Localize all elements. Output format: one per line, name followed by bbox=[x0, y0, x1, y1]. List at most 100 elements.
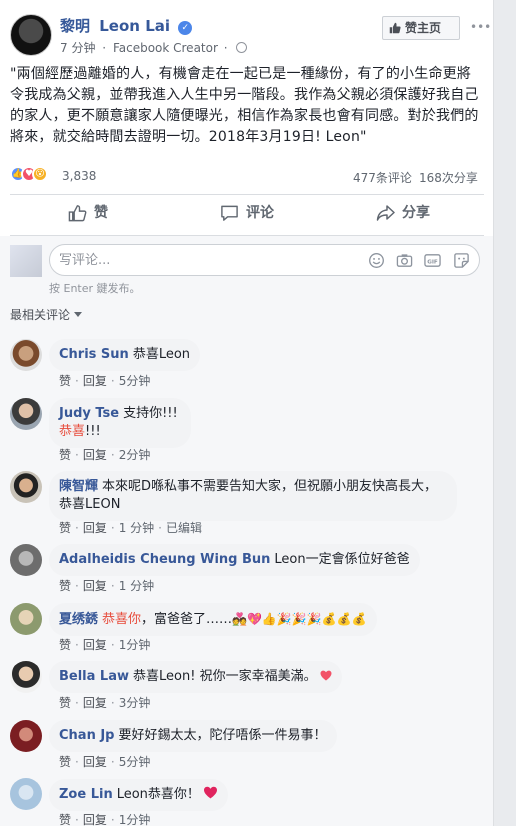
comment-like-link[interactable]: 赞 bbox=[59, 448, 71, 462]
comment-time[interactable]: 1分钟 bbox=[119, 638, 151, 652]
comment-composer[interactable]: GIF bbox=[49, 244, 480, 276]
comment-author[interactable]: Judy Tse bbox=[59, 406, 119, 421]
comment-text: 本來呢D喺私事不需要告知大家，但祝願小朋友快高長大，恭喜LEON bbox=[59, 479, 438, 512]
like-action-label: 赞 bbox=[94, 205, 108, 221]
commenter-avatar[interactable] bbox=[10, 603, 42, 635]
page-name[interactable]: 黎明 Leon Lai ✓ bbox=[60, 15, 193, 36]
reactions-count[interactable]: 3,838 bbox=[62, 169, 96, 183]
sort-label: 最相关评论 bbox=[10, 308, 71, 322]
emoji-icon[interactable] bbox=[368, 252, 385, 269]
comment-like-link[interactable]: 赞 bbox=[59, 696, 71, 710]
comment-action-button[interactable]: 评论 bbox=[220, 202, 274, 224]
comment-like-link[interactable]: 赞 bbox=[59, 374, 71, 388]
like-page-button[interactable]: 赞主页 bbox=[382, 16, 460, 40]
shares-count[interactable]: 168次分享 bbox=[419, 169, 478, 186]
comment-actions: 赞 · 回复 · 2分钟 bbox=[59, 448, 151, 462]
comment-sort-dropdown[interactable]: 最相关评论 bbox=[10, 306, 83, 323]
commenter-avatar[interactable] bbox=[10, 471, 42, 503]
heart-icon bbox=[320, 670, 332, 681]
commenter-avatar[interactable] bbox=[10, 544, 42, 576]
chevron-down-icon bbox=[74, 312, 83, 317]
comment-time[interactable]: 1分钟 bbox=[119, 813, 151, 826]
comment-like-link[interactable]: 赞 bbox=[59, 813, 71, 826]
comment-reply-link[interactable]: 回复 bbox=[83, 755, 107, 769]
comment-reply-link[interactable]: 回复 bbox=[83, 448, 107, 462]
wow-reaction-icon[interactable]: 😮 bbox=[32, 166, 48, 182]
sticker-icon[interactable] bbox=[453, 252, 470, 269]
post-source: Facebook Creator bbox=[112, 41, 218, 55]
commenter-avatar[interactable] bbox=[10, 720, 42, 752]
comment-time[interactable]: 1 分钟 bbox=[119, 521, 154, 535]
comment-reply-link[interactable]: 回复 bbox=[83, 374, 107, 388]
commenter-avatar[interactable] bbox=[10, 398, 42, 430]
comment-emoji: 💑💖👍🎉🎉🎉💰💰💰 bbox=[232, 612, 367, 626]
gif-icon[interactable]: GIF bbox=[424, 252, 441, 269]
comment-reply-link[interactable]: 回复 bbox=[83, 638, 107, 652]
comment-bubble: 陳智輝 本來呢D喺私事不需要告知大家，但祝願小朋友快高長大，恭喜LEON bbox=[49, 471, 457, 521]
like-page-label: 赞主页 bbox=[405, 21, 442, 35]
comment-bubble: Bella Law 恭喜Leon! 祝你一家幸福美滿。 bbox=[49, 661, 342, 693]
comments-count[interactable]: 477条评论 bbox=[353, 169, 412, 186]
comment-reply-link[interactable]: 回复 bbox=[83, 813, 107, 826]
heart-icon bbox=[203, 786, 217, 799]
commenter-avatar[interactable] bbox=[10, 778, 42, 810]
comment-time[interactable]: 1 分钟 bbox=[119, 579, 154, 593]
comment-reply-link[interactable]: 回复 bbox=[83, 579, 107, 593]
comment-icon bbox=[221, 205, 238, 221]
page-avatar[interactable] bbox=[10, 14, 52, 56]
comment-text: Leon恭喜你！ bbox=[116, 787, 200, 802]
meta-separator-2: · bbox=[223, 41, 228, 55]
comment-time[interactable]: 5分钟 bbox=[119, 374, 151, 388]
commenter-avatar[interactable] bbox=[10, 661, 42, 693]
comment-time[interactable]: 5分钟 bbox=[119, 755, 151, 769]
comment-text: ，富爸爸了…… bbox=[141, 612, 233, 627]
comment-edited-label[interactable]: 已编辑 bbox=[166, 521, 202, 535]
comment-bubble: Judy Tse 支持你!!! 恭喜!!! bbox=[49, 398, 191, 448]
comment-bubble: Adalheidis Cheung Wing Bun Leon一定會係位好爸爸 bbox=[49, 544, 420, 576]
comment-action-label: 评论 bbox=[246, 205, 274, 221]
post-meta: 7 分钟 · Facebook Creator · bbox=[60, 39, 248, 56]
comment-time[interactable]: 2分钟 bbox=[119, 448, 151, 462]
svg-text:GIF: GIF bbox=[427, 259, 438, 265]
comment-author[interactable]: Bella Law bbox=[59, 669, 129, 684]
like-action-button[interactable]: 赞 bbox=[68, 202, 108, 224]
comment-author[interactable]: Adalheidis Cheung Wing Bun bbox=[59, 552, 270, 567]
comment-like-link[interactable]: 赞 bbox=[59, 638, 71, 652]
page-name-cn[interactable]: 黎明 bbox=[60, 17, 90, 35]
post-body-text: "兩個經歷過離婚的人，有機會走在一起已是一種緣份，有了的小生命更將令我成為父親，… bbox=[10, 66, 479, 145]
comment-reply-link[interactable]: 回复 bbox=[83, 696, 107, 710]
comment-time[interactable]: 3分钟 bbox=[119, 696, 151, 710]
comment-author[interactable]: Zoe Lin bbox=[59, 787, 113, 802]
post-card: 黎明 Leon Lai ✓ 7 分钟 · Facebook Creator · … bbox=[0, 0, 494, 826]
divider bbox=[10, 194, 484, 195]
comment-author[interactable]: Chris Sun bbox=[59, 347, 129, 362]
comment-like-link[interactable]: 赞 bbox=[59, 755, 71, 769]
comment-highlight-text: 恭喜你 bbox=[102, 612, 142, 627]
divider-2 bbox=[10, 235, 484, 236]
comment-bubble: Chris Sun 恭喜Leon bbox=[49, 339, 201, 371]
comment-author[interactable]: Chan Jp bbox=[59, 728, 115, 743]
current-user-avatar bbox=[10, 245, 42, 277]
commenter-avatar[interactable] bbox=[10, 339, 42, 371]
post-stats: 👍♥ 😮 3,838 477条评论 168次分享 bbox=[10, 166, 484, 188]
comment-actions: 赞 · 回复 · 3分钟 bbox=[59, 696, 151, 710]
more-options-icon[interactable]: ••• bbox=[470, 20, 491, 34]
comment-author[interactable]: 夏绣銹 bbox=[59, 612, 98, 627]
globe-icon bbox=[236, 42, 248, 53]
meta-separator: · bbox=[102, 41, 107, 55]
comment-actions: 赞 · 回复 · 1分钟 bbox=[59, 638, 151, 652]
comment-like-link[interactable]: 赞 bbox=[59, 579, 71, 593]
post-header: 黎明 Leon Lai ✓ 7 分钟 · Facebook Creator · … bbox=[10, 10, 491, 60]
comment-actions: 赞 · 回复 · 1 分钟 · 已编辑 bbox=[59, 521, 202, 535]
post-time[interactable]: 7 分钟 bbox=[60, 41, 95, 55]
comment-input[interactable] bbox=[59, 251, 359, 269]
page-name-en[interactable]: Leon Lai bbox=[99, 17, 170, 35]
like-icon bbox=[68, 205, 87, 222]
comment-author[interactable]: 陳智輝 bbox=[59, 479, 98, 494]
comment-reply-link[interactable]: 回复 bbox=[83, 521, 107, 535]
camera-icon[interactable] bbox=[396, 252, 413, 269]
page-background-rail bbox=[494, 0, 516, 826]
comment-like-link[interactable]: 赞 bbox=[59, 521, 71, 535]
comment-bubble: Chan Jp 要好好錫太太，陀仔唔係一件易事！ bbox=[49, 720, 337, 752]
share-action-button[interactable]: 分享 bbox=[376, 202, 430, 224]
